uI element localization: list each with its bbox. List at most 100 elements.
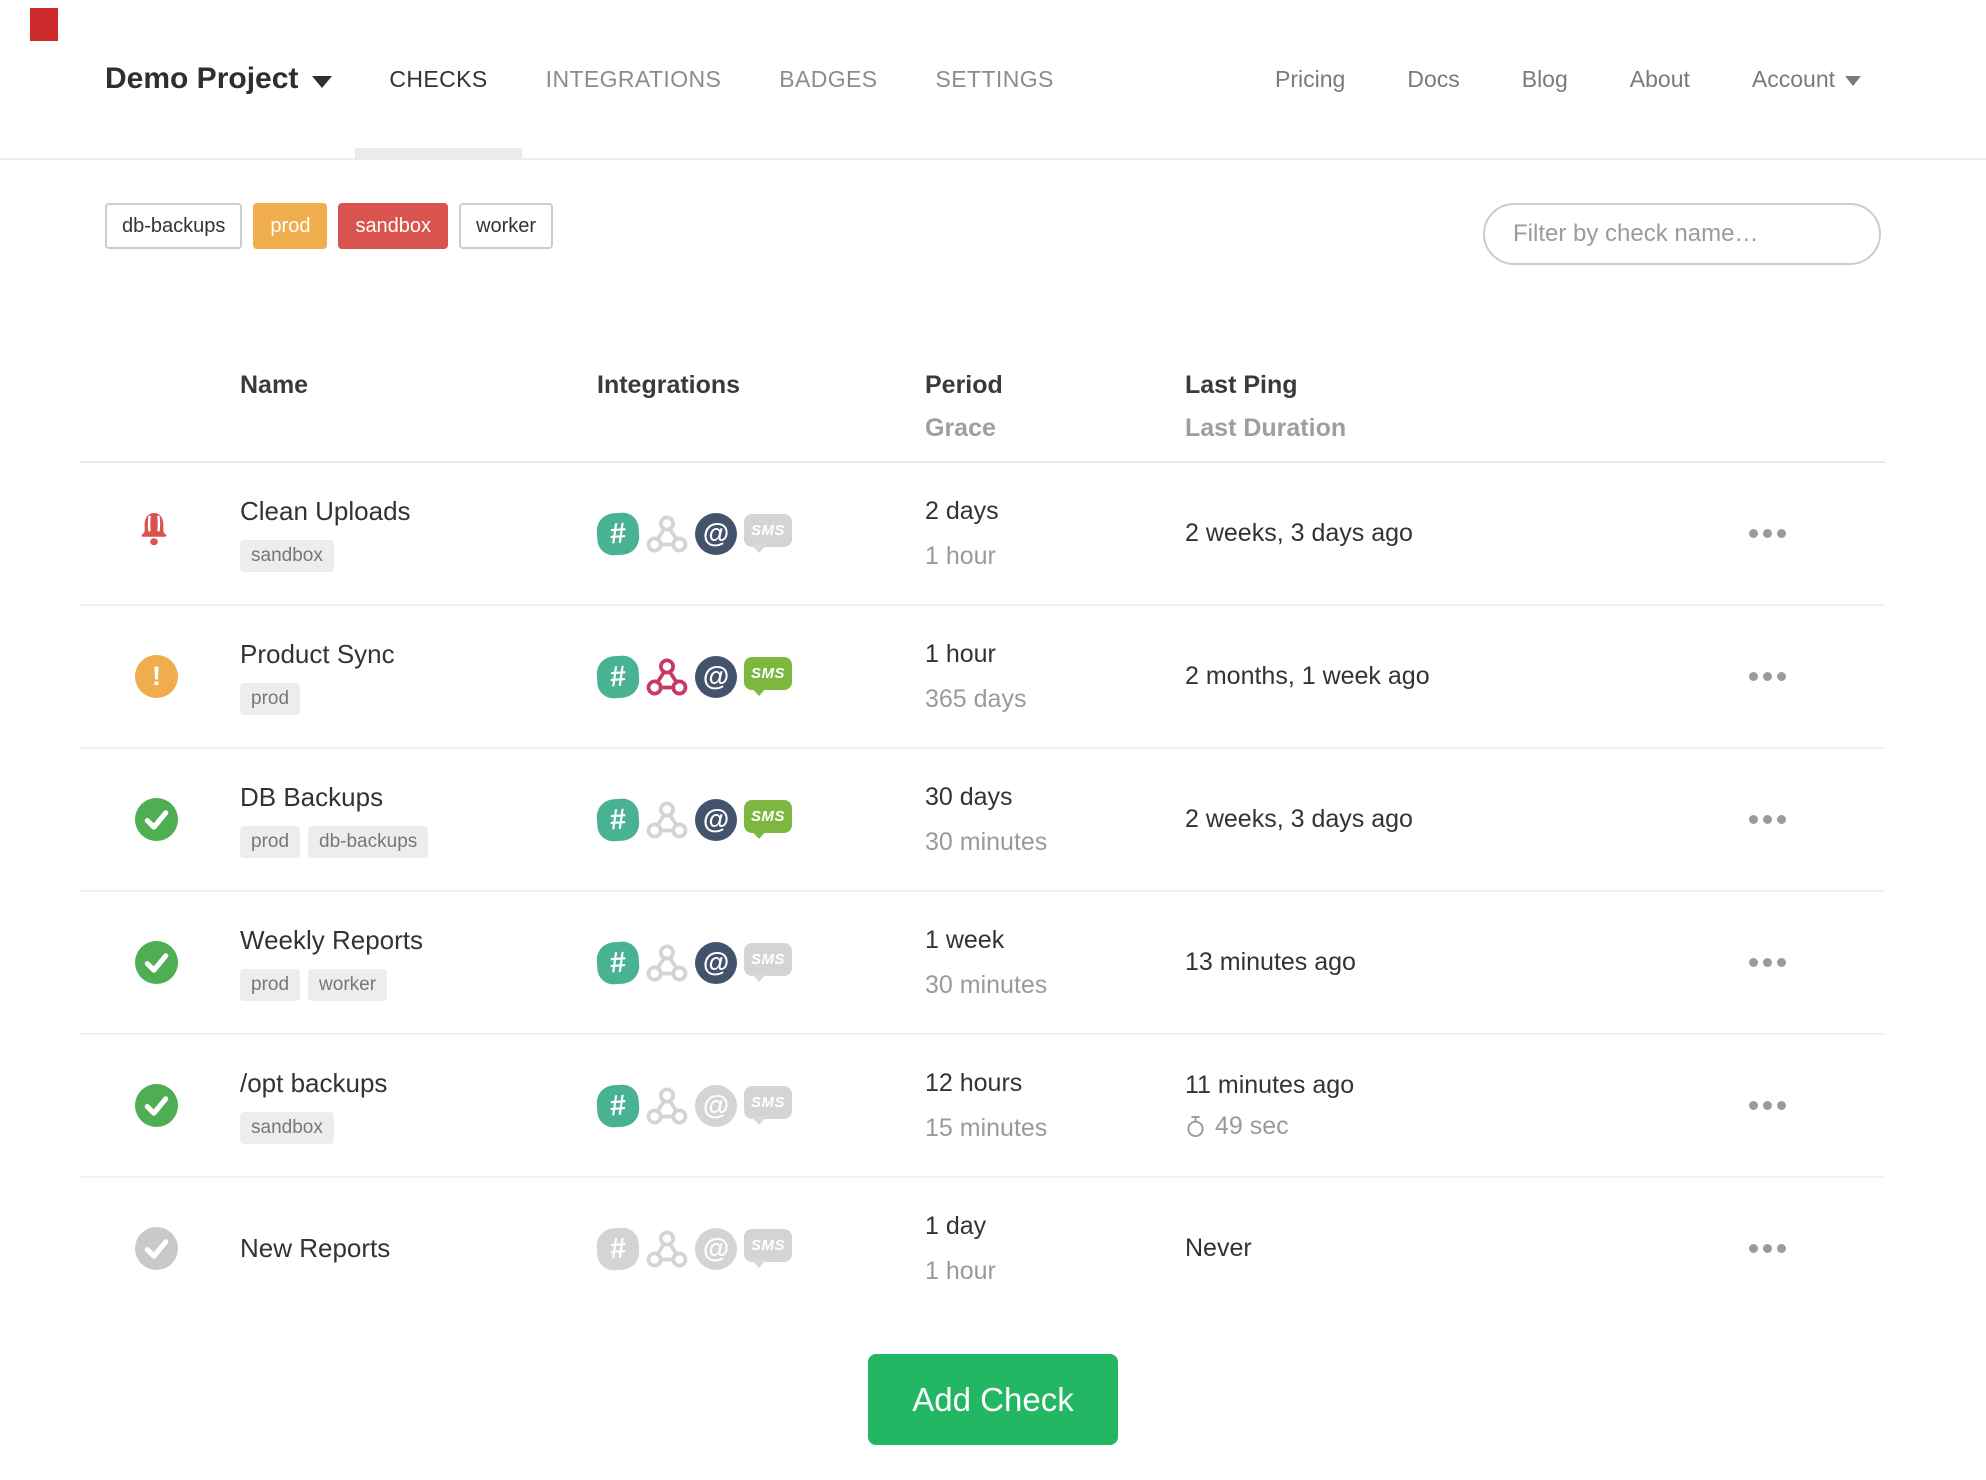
check-name-cell[interactable]: New Reports: [240, 1233, 597, 1264]
status-new-icon: [135, 1227, 178, 1270]
tag-chip: sandbox: [240, 539, 334, 572]
check-name-cell[interactable]: /opt backups sandbox: [240, 1068, 597, 1144]
col-header-last-duration: Last Duration: [1185, 414, 1347, 442]
last-ping-value: 11 minutes ago: [1185, 1070, 1355, 1099]
last-ping-value: 2 months, 1 week ago: [1185, 662, 1430, 690]
webhook-icon: [646, 1085, 688, 1127]
warning-exclamation-icon: !: [135, 655, 178, 698]
tag-filter-sandbox[interactable]: sandbox: [338, 203, 449, 249]
tag-filter-db-backups[interactable]: db-backups: [105, 203, 243, 249]
sms-icon: SMS: [744, 514, 792, 553]
webhook-icon: [646, 513, 688, 555]
grace-value: 15 minutes: [925, 1113, 1048, 1142]
check-name: Product Sync: [240, 638, 395, 669]
tag-filter-group: db-backups prod sandbox worker: [105, 203, 554, 249]
add-check-button[interactable]: Add Check: [868, 1354, 1118, 1445]
slack-icon: #: [595, 797, 641, 842]
col-header-integrations: Integrations: [597, 371, 741, 399]
webhook-icon: [646, 656, 688, 698]
row-menu-button[interactable]: [1745, 1234, 1790, 1263]
alert-bell-icon: [141, 512, 167, 546]
link-blog[interactable]: Blog: [1522, 66, 1568, 93]
webhook-icon: [646, 942, 688, 984]
period-value: 30 days: [925, 782, 1013, 811]
stopwatch-icon: [1187, 1115, 1204, 1137]
last-ping-value: Never: [1185, 1234, 1252, 1262]
checks-table: Name Integrations Period Grace Last Ping…: [80, 347, 1885, 1319]
account-menu[interactable]: Account: [1752, 66, 1861, 93]
check-name: DB Backups: [240, 781, 384, 812]
nav-links: Pricing Docs Blog About Account: [1275, 66, 1861, 93]
grace-value: 30 minutes: [925, 827, 1048, 856]
email-icon: @: [695, 1227, 737, 1270]
period-value: 1 week: [925, 925, 1005, 954]
tab-badges[interactable]: BADGES: [779, 0, 877, 158]
tab-settings[interactable]: SETTINGS: [936, 0, 1054, 158]
tag-chip: prod: [240, 682, 301, 715]
check-name-cell[interactable]: Product Sync prod: [240, 639, 597, 715]
email-icon: @: [695, 798, 737, 841]
filter-bar: db-backups prod sandbox worker: [105, 203, 1881, 265]
row-menu-button[interactable]: [1745, 519, 1790, 548]
top-nav: Demo Project CHECKS INTEGRATIONS BADGES …: [0, 0, 1986, 160]
project-switcher[interactable]: Demo Project: [105, 62, 333, 96]
col-header-last-ping: Last Ping: [1185, 371, 1298, 399]
tag-filter-prod[interactable]: prod: [253, 203, 328, 249]
tab-integrations[interactable]: INTEGRATIONS: [546, 0, 722, 158]
last-ping-value: 13 minutes ago: [1185, 948, 1356, 976]
row-menu-button[interactable]: [1745, 1091, 1790, 1120]
grace-value: 1 hour: [925, 541, 996, 570]
table-row: ! Product Sync prod # @ SMS 1 hour 365 d…: [80, 606, 1885, 749]
sms-icon: SMS: [744, 800, 792, 839]
check-name-filter-input[interactable]: [1483, 203, 1881, 265]
tag-chip: prod: [240, 825, 301, 858]
status-ok-icon: [135, 941, 178, 984]
tag-filter-worker[interactable]: worker: [459, 203, 554, 249]
grace-value: 365 days: [925, 684, 1027, 713]
check-name-cell[interactable]: Weekly Reports prod worker: [240, 925, 597, 1001]
table-row: Clean Uploads sandbox # @ SMS 2 days 1 h…: [80, 463, 1885, 606]
last-duration-value: 49 sec: [1215, 1111, 1289, 1140]
email-icon: @: [695, 1084, 737, 1127]
row-menu-button[interactable]: [1745, 662, 1790, 691]
link-pricing[interactable]: Pricing: [1275, 66, 1345, 93]
tab-checks[interactable]: CHECKS: [355, 0, 523, 158]
account-label: Account: [1751, 65, 1835, 92]
check-name: Clean Uploads: [240, 495, 411, 526]
email-icon: @: [695, 512, 737, 555]
sms-icon: SMS: [744, 1229, 792, 1268]
table-header: Name Integrations Period Grace Last Ping…: [80, 347, 1885, 463]
grace-value: 1 hour: [925, 1256, 996, 1285]
chevron-down-icon: [312, 76, 333, 88]
webhook-icon: [646, 1228, 688, 1270]
grace-value: 30 minutes: [925, 970, 1048, 999]
status-ok-icon: [135, 1084, 178, 1127]
link-docs[interactable]: Docs: [1407, 66, 1459, 93]
tag-chip: db-backups: [308, 825, 429, 858]
link-about[interactable]: About: [1630, 66, 1690, 93]
table-row: /opt backups sandbox # @ SMS 12 hours 15…: [80, 1035, 1885, 1178]
row-menu-button[interactable]: [1745, 805, 1790, 834]
tag-chip: sandbox: [240, 1111, 334, 1144]
email-icon: @: [695, 941, 737, 984]
sms-icon: SMS: [744, 657, 792, 696]
tag-chip: worker: [308, 968, 388, 1001]
email-icon: @: [695, 655, 737, 698]
check-name-cell[interactable]: DB Backups prod db-backups: [240, 782, 597, 858]
period-value: 1 hour: [925, 639, 996, 668]
project-name: Demo Project: [105, 62, 299, 95]
slack-icon: #: [595, 1226, 641, 1271]
chevron-down-icon: [1845, 76, 1861, 86]
period-value: 1 day: [925, 1211, 987, 1240]
status-ok-icon: [135, 798, 178, 841]
col-header-period: Period: [925, 371, 1003, 399]
check-name: New Reports: [240, 1233, 391, 1263]
check-name: /opt backups: [240, 1067, 388, 1098]
table-row: DB Backups prod db-backups # @ SMS 30 da…: [80, 749, 1885, 892]
col-header-name: Name: [240, 371, 309, 399]
check-name-cell[interactable]: Clean Uploads sandbox: [240, 496, 597, 572]
slack-icon: #: [595, 940, 641, 985]
row-menu-button[interactable]: [1745, 948, 1790, 977]
table-row: New Reports # @ SMS 1 day 1 hour Never: [80, 1178, 1885, 1319]
slack-icon: #: [595, 511, 641, 556]
